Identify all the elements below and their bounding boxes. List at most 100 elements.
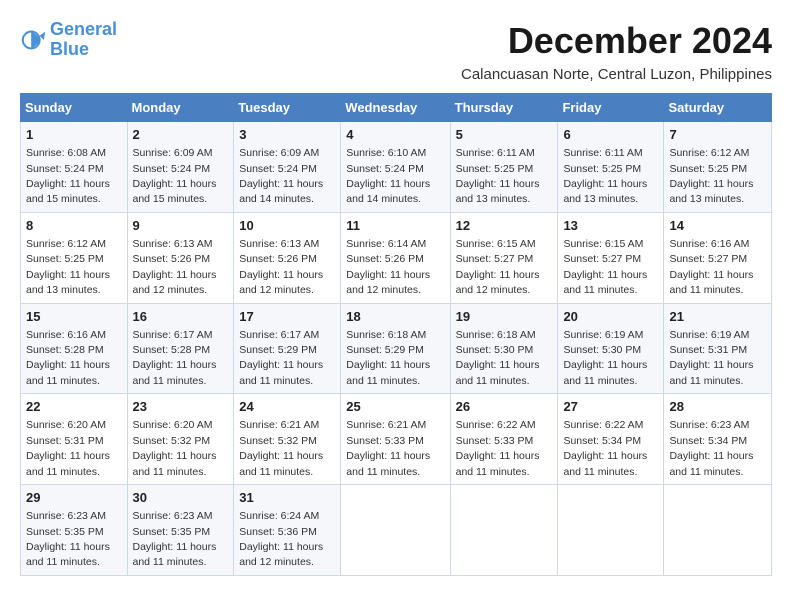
day-number: 10: [239, 217, 335, 235]
daylight-info: Daylight: 11 hours and 12 minutes.: [346, 269, 430, 296]
location-title: Calancuasan Norte, Central Luzon, Philip…: [20, 66, 772, 83]
sunset-info: Sunset: 5:28 PM: [26, 344, 104, 356]
daylight-info: Daylight: 11 hours and 11 minutes.: [346, 450, 430, 477]
sunrise-info: Sunrise: 6:11 AM: [563, 147, 642, 159]
day-number: 20: [563, 308, 658, 326]
day-of-week-header: Tuesday: [234, 94, 341, 122]
sunset-info: Sunset: 5:25 PM: [456, 163, 534, 175]
calendar-cell: 29 Sunrise: 6:23 AM Sunset: 5:35 PM Dayl…: [21, 485, 128, 576]
calendar-cell: 25 Sunrise: 6:21 AM Sunset: 5:33 PM Dayl…: [341, 394, 450, 485]
sunset-info: Sunset: 5:36 PM: [239, 526, 317, 538]
sunset-info: Sunset: 5:24 PM: [26, 163, 104, 175]
day-number: 13: [563, 217, 658, 235]
day-number: 27: [563, 398, 658, 416]
day-number: 9: [133, 217, 229, 235]
calendar-cell: 5 Sunrise: 6:11 AM Sunset: 5:25 PM Dayli…: [450, 122, 558, 213]
day-of-week-header: Saturday: [664, 94, 772, 122]
day-of-week-header: Wednesday: [341, 94, 450, 122]
sunrise-info: Sunrise: 6:08 AM: [26, 147, 106, 159]
daylight-info: Daylight: 11 hours and 11 minutes.: [669, 359, 753, 386]
sunrise-info: Sunrise: 6:23 AM: [669, 419, 749, 431]
sunset-info: Sunset: 5:35 PM: [133, 526, 211, 538]
calendar-cell: 17 Sunrise: 6:17 AM Sunset: 5:29 PM Dayl…: [234, 303, 341, 394]
sunset-info: Sunset: 5:28 PM: [133, 344, 211, 356]
day-number: 3: [239, 126, 335, 144]
sunrise-info: Sunrise: 6:14 AM: [346, 238, 426, 250]
daylight-info: Daylight: 11 hours and 11 minutes.: [669, 450, 753, 477]
daylight-info: Daylight: 11 hours and 11 minutes.: [456, 450, 540, 477]
calendar-cell: 1 Sunrise: 6:08 AM Sunset: 5:24 PM Dayli…: [21, 122, 128, 213]
day-number: 21: [669, 308, 766, 326]
sunrise-info: Sunrise: 6:09 AM: [239, 147, 319, 159]
calendar-cell: 21 Sunrise: 6:19 AM Sunset: 5:31 PM Dayl…: [664, 303, 772, 394]
day-number: 5: [456, 126, 553, 144]
sunrise-info: Sunrise: 6:12 AM: [669, 147, 749, 159]
calendar-table: SundayMondayTuesdayWednesdayThursdayFrid…: [20, 93, 772, 576]
day-number: 30: [133, 489, 229, 507]
calendar-cell: 22 Sunrise: 6:20 AM Sunset: 5:31 PM Dayl…: [21, 394, 128, 485]
day-number: 19: [456, 308, 553, 326]
daylight-info: Daylight: 11 hours and 13 minutes.: [456, 178, 540, 205]
sunrise-info: Sunrise: 6:17 AM: [239, 329, 319, 341]
day-number: 23: [133, 398, 229, 416]
calendar-cell: [664, 485, 772, 576]
sunrise-info: Sunrise: 6:18 AM: [346, 329, 426, 341]
daylight-info: Daylight: 11 hours and 15 minutes.: [26, 178, 110, 205]
daylight-info: Daylight: 11 hours and 11 minutes.: [26, 359, 110, 386]
sunset-info: Sunset: 5:27 PM: [669, 253, 747, 265]
daylight-info: Daylight: 11 hours and 11 minutes.: [669, 269, 753, 296]
sunrise-info: Sunrise: 6:16 AM: [26, 329, 106, 341]
sunrise-info: Sunrise: 6:19 AM: [563, 329, 643, 341]
logo-text: General Blue: [50, 20, 117, 60]
sunrise-info: Sunrise: 6:09 AM: [133, 147, 213, 159]
daylight-info: Daylight: 11 hours and 14 minutes.: [239, 178, 323, 205]
day-number: 24: [239, 398, 335, 416]
sunset-info: Sunset: 5:24 PM: [239, 163, 317, 175]
calendar-cell: 9 Sunrise: 6:13 AM Sunset: 5:26 PM Dayli…: [127, 212, 234, 303]
daylight-info: Daylight: 11 hours and 14 minutes.: [346, 178, 430, 205]
day-number: 12: [456, 217, 553, 235]
calendar-cell: 15 Sunrise: 6:16 AM Sunset: 5:28 PM Dayl…: [21, 303, 128, 394]
sunrise-info: Sunrise: 6:23 AM: [26, 510, 106, 522]
day-number: 11: [346, 217, 444, 235]
calendar-cell: 8 Sunrise: 6:12 AM Sunset: 5:25 PM Dayli…: [21, 212, 128, 303]
sunrise-info: Sunrise: 6:15 AM: [563, 238, 643, 250]
sunset-info: Sunset: 5:26 PM: [133, 253, 211, 265]
day-number: 28: [669, 398, 766, 416]
daylight-info: Daylight: 11 hours and 12 minutes.: [456, 269, 540, 296]
calendar-cell: 31 Sunrise: 6:24 AM Sunset: 5:36 PM Dayl…: [234, 485, 341, 576]
day-number: 26: [456, 398, 553, 416]
month-title: December 2024: [508, 20, 772, 62]
sunset-info: Sunset: 5:25 PM: [26, 253, 104, 265]
logo: General Blue: [20, 20, 117, 60]
sunrise-info: Sunrise: 6:20 AM: [26, 419, 106, 431]
sunset-info: Sunset: 5:32 PM: [133, 435, 211, 447]
calendar-cell: 26 Sunrise: 6:22 AM Sunset: 5:33 PM Dayl…: [450, 394, 558, 485]
calendar-cell: 27 Sunrise: 6:22 AM Sunset: 5:34 PM Dayl…: [558, 394, 664, 485]
sunrise-info: Sunrise: 6:17 AM: [133, 329, 213, 341]
daylight-info: Daylight: 11 hours and 11 minutes.: [133, 359, 217, 386]
day-number: 18: [346, 308, 444, 326]
sunset-info: Sunset: 5:30 PM: [456, 344, 534, 356]
day-number: 6: [563, 126, 658, 144]
calendar-cell: 13 Sunrise: 6:15 AM Sunset: 5:27 PM Dayl…: [558, 212, 664, 303]
calendar-cell: [450, 485, 558, 576]
sunset-info: Sunset: 5:33 PM: [456, 435, 534, 447]
calendar-cell: 23 Sunrise: 6:20 AM Sunset: 5:32 PM Dayl…: [127, 394, 234, 485]
day-number: 15: [26, 308, 122, 326]
day-of-week-header: Monday: [127, 94, 234, 122]
day-number: 16: [133, 308, 229, 326]
sunrise-info: Sunrise: 6:13 AM: [239, 238, 319, 250]
calendar-cell: 20 Sunrise: 6:19 AM Sunset: 5:30 PM Dayl…: [558, 303, 664, 394]
day-number: 17: [239, 308, 335, 326]
sunset-info: Sunset: 5:35 PM: [26, 526, 104, 538]
day-of-week-header: Sunday: [21, 94, 128, 122]
day-number: 31: [239, 489, 335, 507]
sunset-info: Sunset: 5:32 PM: [239, 435, 317, 447]
daylight-info: Daylight: 11 hours and 11 minutes.: [563, 269, 647, 296]
calendar-cell: 3 Sunrise: 6:09 AM Sunset: 5:24 PM Dayli…: [234, 122, 341, 213]
daylight-info: Daylight: 11 hours and 13 minutes.: [669, 178, 753, 205]
sunset-info: Sunset: 5:26 PM: [346, 253, 424, 265]
daylight-info: Daylight: 11 hours and 11 minutes.: [239, 359, 323, 386]
day-number: 2: [133, 126, 229, 144]
